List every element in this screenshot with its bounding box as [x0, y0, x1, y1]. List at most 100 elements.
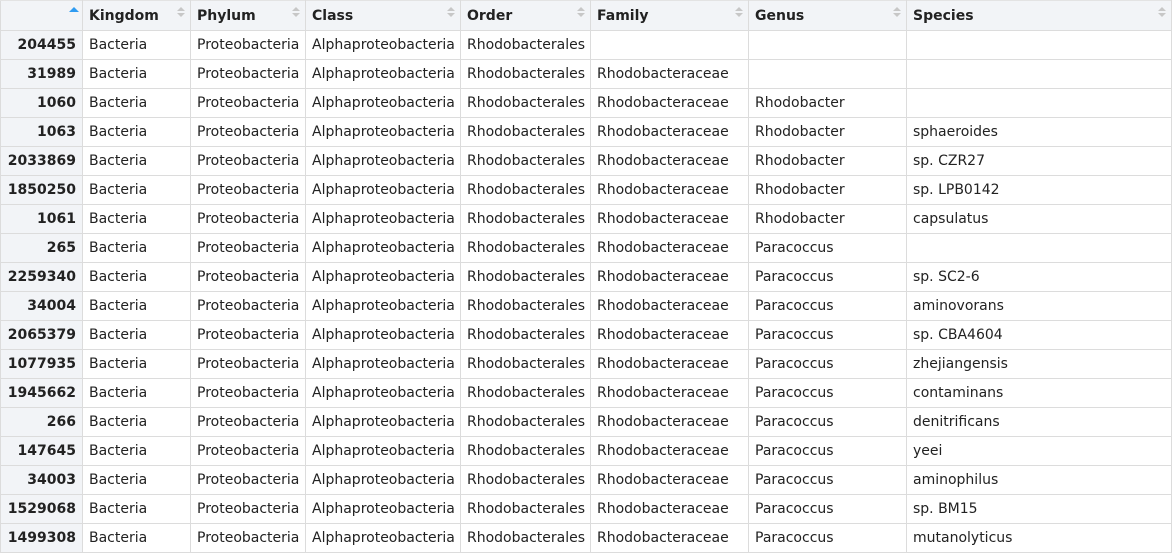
cell-class: Alphaproteobacteria [305, 233, 461, 263]
table-row: 147645 Bacteria Proteobacteria Alphaproteob… [0, 436, 1172, 466]
cell-class: Alphaproteobacteria [305, 378, 461, 408]
row-id-cell: 2033869 [0, 146, 83, 176]
table-row: 1529068 Bacteria Proteobacteria Alphaproteo… [0, 494, 1172, 524]
cell-class: Alphaproteobacteria [305, 291, 461, 321]
cell-phylum: Proteobacteria [190, 378, 306, 408]
header-row: Kingdom Phylum Class Order Family Genus Specie… [0, 0, 1172, 31]
row-id-cell: 34003 [0, 465, 83, 495]
cell-order: Rhodobacterales [460, 349, 591, 379]
cell-family: Rhodobacteraceae [590, 291, 749, 321]
cell-family: Rhodobacteraceae [590, 88, 749, 118]
cell-kingdom: Bacteria [82, 146, 191, 176]
column-header-class[interactable]: Class [305, 0, 461, 31]
cell-order: Rhodobacterales [460, 88, 591, 118]
table-row: 1063 Bacteria Proteobacteria Alphaproteobac… [0, 117, 1172, 147]
cell-family: Rhodobacteraceae [590, 494, 749, 524]
cell-class: Alphaproteobacteria [305, 523, 461, 553]
cell-kingdom: Bacteria [82, 436, 191, 466]
row-id-cell: 1060 [0, 88, 83, 118]
cell-species [906, 30, 1172, 60]
cell-order: Rhodobacterales [460, 523, 591, 553]
cell-kingdom: Bacteria [82, 175, 191, 205]
cell-phylum: Proteobacteria [190, 88, 306, 118]
cell-species: sp. LPB0142 [906, 175, 1172, 205]
column-header-family[interactable]: Family [590, 0, 749, 31]
cell-phylum: Proteobacteria [190, 146, 306, 176]
cell-species: sp. CZR27 [906, 146, 1172, 176]
cell-genus: Paracoccus [748, 436, 907, 466]
sort-icon[interactable] [447, 7, 455, 21]
table-row: 34004 Bacteria Proteobacteria Alphaproteoba… [0, 291, 1172, 321]
cell-species [906, 233, 1172, 263]
cell-order: Rhodobacterales [460, 204, 591, 234]
cell-phylum: Proteobacteria [190, 465, 306, 495]
cell-class: Alphaproteobacteria [305, 146, 461, 176]
cell-family: Rhodobacteraceae [590, 204, 749, 234]
table-row: 266 Bacteria Proteobacteria Alphaproteobact… [0, 407, 1172, 437]
column-header-index[interactable] [0, 0, 83, 31]
cell-kingdom: Bacteria [82, 117, 191, 147]
cell-phylum: Proteobacteria [190, 320, 306, 350]
column-header-order[interactable]: Order [460, 0, 591, 31]
cell-genus: Rhodobacter [748, 88, 907, 118]
column-header-kingdom[interactable]: Kingdom [82, 0, 191, 31]
column-header-phylum[interactable]: Phylum [190, 0, 306, 31]
cell-genus [748, 59, 907, 89]
column-header-label: Genus [755, 7, 805, 24]
row-id-cell: 1061 [0, 204, 83, 234]
table-row: 1060 Bacteria Proteobacteria Alphaproteobac… [0, 88, 1172, 118]
column-header-species[interactable]: Species [906, 0, 1172, 31]
table-row: 1945662 Bacteria Proteobacteria Alphaproteo… [0, 378, 1172, 408]
cell-kingdom: Bacteria [82, 465, 191, 495]
cell-genus: Paracoccus [748, 320, 907, 350]
cell-phylum: Proteobacteria [190, 117, 306, 147]
sort-icon[interactable] [893, 7, 901, 21]
cell-species [906, 88, 1172, 118]
row-id-cell: 204455 [0, 30, 83, 60]
cell-class: Alphaproteobacteria [305, 30, 461, 60]
row-id-cell: 1850250 [0, 175, 83, 205]
sort-ascending-icon[interactable] [69, 7, 79, 21]
cell-order: Rhodobacterales [460, 233, 591, 263]
taxonomy-table: Kingdom Phylum Class Order Family Genus Specie… [0, 0, 1172, 553]
row-id-cell: 2259340 [0, 262, 83, 292]
cell-species: sp. CBA4604 [906, 320, 1172, 350]
cell-genus: Paracoccus [748, 291, 907, 321]
column-header-label: Class [312, 7, 354, 24]
table-row: 265 Bacteria Proteobacteria Alphaproteobact… [0, 233, 1172, 263]
cell-class: Alphaproteobacteria [305, 262, 461, 292]
row-id-cell: 1529068 [0, 494, 83, 524]
sort-icon[interactable] [177, 7, 185, 21]
cell-species: zhejiangensis [906, 349, 1172, 379]
cell-family: Rhodobacteraceae [590, 175, 749, 205]
cell-phylum: Proteobacteria [190, 407, 306, 437]
table-row: 2259340 Bacteria Proteobacteria Alphaproteo… [0, 262, 1172, 292]
column-header-label: Family [597, 7, 649, 24]
cell-phylum: Proteobacteria [190, 233, 306, 263]
cell-family: Rhodobacteraceae [590, 59, 749, 89]
table-row: 204455 Bacteria Proteobacteria Alphaproteob… [0, 30, 1172, 60]
row-id-cell: 1077935 [0, 349, 83, 379]
cell-class: Alphaproteobacteria [305, 175, 461, 205]
cell-order: Rhodobacterales [460, 407, 591, 437]
cell-family: Rhodobacteraceae [590, 349, 749, 379]
sort-icon[interactable] [735, 7, 743, 21]
sort-icon[interactable] [292, 7, 300, 21]
sort-icon[interactable] [1158, 7, 1166, 21]
cell-family: Rhodobacteraceae [590, 378, 749, 408]
column-header-genus[interactable]: Genus [748, 0, 907, 31]
row-id-cell: 31989 [0, 59, 83, 89]
cell-phylum: Proteobacteria [190, 291, 306, 321]
cell-class: Alphaproteobacteria [305, 436, 461, 466]
table-row: 34003 Bacteria Proteobacteria Alphaproteoba… [0, 465, 1172, 495]
cell-class: Alphaproteobacteria [305, 407, 461, 437]
cell-phylum: Proteobacteria [190, 175, 306, 205]
cell-family: Rhodobacteraceae [590, 233, 749, 263]
data-table-view: Kingdom Phylum Class Order Family Genus Specie… [0, 0, 1173, 554]
column-header-label: Species [913, 7, 974, 24]
cell-genus: Paracoccus [748, 349, 907, 379]
sort-icon[interactable] [577, 7, 585, 21]
row-id-cell: 2065379 [0, 320, 83, 350]
cell-family: Rhodobacteraceae [590, 262, 749, 292]
cell-kingdom: Bacteria [82, 320, 191, 350]
